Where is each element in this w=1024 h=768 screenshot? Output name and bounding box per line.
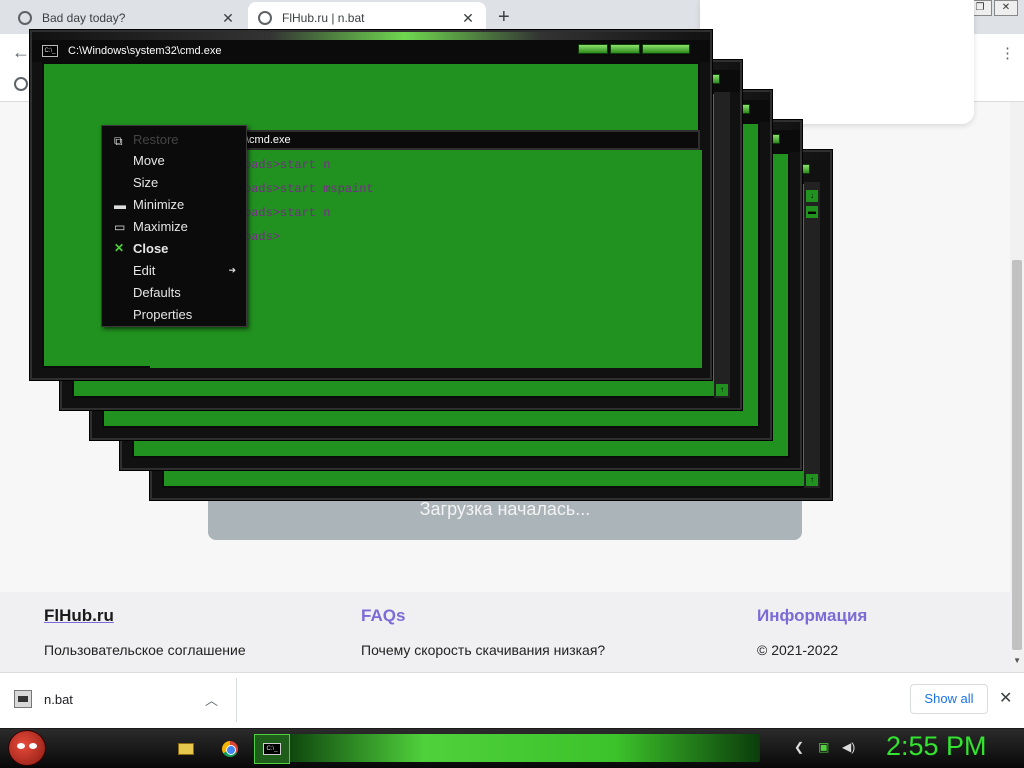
tab-title: FlHub.ru | n.bat bbox=[282, 11, 365, 25]
menu-item-properties[interactable]: Properties bbox=[133, 305, 192, 325]
maximize-icon: ▭ bbox=[114, 220, 126, 234]
window-top-glow bbox=[32, 32, 710, 40]
cmd-icon: C:\_ bbox=[263, 743, 281, 755]
restore-icon: ⧉ bbox=[114, 134, 123, 148]
window-control-buttons bbox=[578, 44, 690, 54]
menu-item-size[interactable]: Size bbox=[133, 173, 158, 193]
back-arrow-icon[interactable]: ← bbox=[12, 42, 30, 63]
tray-network-icon[interactable]: ▣ bbox=[818, 740, 829, 754]
close-download-bar-icon[interactable]: ✕ bbox=[999, 688, 1012, 708]
cloud-download-icon bbox=[258, 11, 272, 25]
batch-file-icon bbox=[14, 690, 32, 708]
taskbar-cmd[interactable]: C:\_ bbox=[254, 734, 290, 764]
footer-link-faq[interactable]: Почему скорость скачивания низкая? bbox=[361, 642, 605, 658]
minimize-button[interactable] bbox=[578, 44, 608, 54]
globe-icon bbox=[18, 11, 32, 25]
menu-item-defaults[interactable]: Defaults bbox=[133, 283, 181, 303]
scroll-down-arrow-icon[interactable]: ↑ bbox=[716, 384, 728, 396]
console-line: oads>start mspaint bbox=[244, 182, 374, 196]
download-divider bbox=[236, 678, 237, 722]
cmd-icon[interactable]: C:\_ bbox=[42, 45, 58, 57]
taskbar-chrome[interactable] bbox=[212, 734, 248, 764]
menu-item-close[interactable]: Close bbox=[133, 239, 168, 259]
menu-dots-icon[interactable]: ⋮ bbox=[1000, 44, 1015, 62]
console-scrollbar[interactable]: ↑ bbox=[714, 92, 730, 398]
close-icon: ✕ bbox=[114, 241, 125, 255]
footer-brand[interactable]: FlHub.ru bbox=[44, 606, 114, 626]
menu-item-minimize[interactable]: Minimize bbox=[133, 195, 184, 215]
tray-chevron-icon[interactable]: ❮ bbox=[794, 740, 804, 754]
footer-faq-heading: FAQs bbox=[361, 606, 406, 625]
close-button[interactable] bbox=[642, 44, 690, 54]
tab-close-icon[interactable]: ✕ bbox=[460, 10, 476, 27]
submenu-arrow-icon: ➜ bbox=[228, 265, 236, 275]
menu-item-move[interactable]: Move bbox=[133, 151, 165, 171]
window-title: \cmd.exe bbox=[246, 134, 291, 146]
tray-volume-icon[interactable]: ◀) bbox=[842, 740, 855, 754]
window-title: C:\Windows\system32\cmd.exe bbox=[68, 45, 222, 57]
folder-icon bbox=[178, 743, 194, 755]
scroll-up-arrow-icon[interactable]: ↓ bbox=[806, 190, 818, 202]
globe-icon bbox=[14, 77, 28, 91]
footer-link-agreement[interactable]: Пользовательское соглашение bbox=[44, 642, 246, 658]
close-window-button[interactable]: ✕ bbox=[994, 0, 1018, 16]
console-scrollbar[interactable]: ↓ ▬ ↑ bbox=[804, 182, 820, 488]
footer bbox=[0, 592, 1010, 672]
taskbar-explorer[interactable] bbox=[168, 734, 204, 764]
scroll-down-arrow-icon[interactable]: ▼ bbox=[1013, 656, 1021, 665]
scroll-thumb[interactable]: ▬ bbox=[806, 206, 818, 218]
taskbar-glow bbox=[280, 734, 760, 762]
download-item[interactable]: n.bat bbox=[14, 690, 73, 708]
console-line: oads> bbox=[244, 230, 281, 244]
tab-title: Bad day today? bbox=[42, 11, 126, 25]
menu-item-maximize[interactable]: Maximize bbox=[133, 217, 188, 237]
taskbar-clock[interactable]: 2:55 PM bbox=[886, 731, 987, 762]
console-line: oads>start n bbox=[244, 158, 331, 172]
chevron-up-icon[interactable]: ︿ bbox=[205, 690, 218, 709]
menu-item-edit[interactable]: Edit bbox=[133, 261, 155, 281]
new-tab-button[interactable]: + bbox=[498, 6, 510, 29]
console-line: oads>start n bbox=[244, 206, 331, 220]
footer-info-heading: Информация bbox=[757, 606, 868, 625]
download-bar bbox=[0, 672, 1024, 728]
window-context-menu: ⧉ Restore Move Size ▬ Minimize ▭ Maximiz… bbox=[101, 125, 247, 327]
scroll-down-arrow-icon[interactable]: ↑ bbox=[806, 474, 818, 486]
start-button-angry-bird-icon[interactable] bbox=[8, 730, 46, 766]
menu-item-restore: Restore bbox=[133, 132, 179, 147]
maximize-button[interactable] bbox=[610, 44, 640, 54]
chrome-icon bbox=[222, 741, 238, 757]
minimize-icon: ▬ bbox=[114, 198, 126, 212]
show-all-button[interactable]: Show all bbox=[910, 684, 988, 714]
tab-close-icon[interactable]: ✕ bbox=[220, 10, 236, 27]
download-filename: n.bat bbox=[44, 691, 73, 707]
scrollbar-thumb[interactable] bbox=[1012, 260, 1022, 650]
footer-copyright: © 2021-2022 bbox=[757, 642, 839, 658]
